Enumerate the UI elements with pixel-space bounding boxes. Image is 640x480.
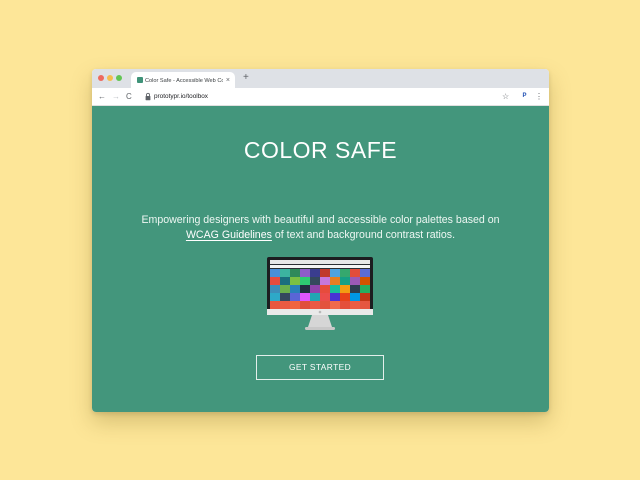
palette-swatch <box>310 301 320 309</box>
hero-subtitle: Empowering designers with beautiful and … <box>0 213 640 243</box>
palette-swatch <box>360 269 370 277</box>
browser-toolbar: ← → C prototypr.io/toolbox ☆ P ⋮ <box>92 88 549 106</box>
palette-swatch <box>320 269 330 277</box>
palette-swatch <box>290 269 300 277</box>
palette-swatch <box>320 285 330 293</box>
palette-swatch <box>290 301 300 309</box>
address-bar[interactable]: prototypr.io/toolbox <box>154 91 208 102</box>
palette-swatch <box>270 301 280 309</box>
palette-swatch <box>310 269 320 277</box>
palette-swatch <box>330 293 340 301</box>
palette-swatch <box>350 269 360 277</box>
palette-swatch <box>340 277 350 285</box>
palette-swatch <box>300 301 310 309</box>
tab-bar: Color Safe - Accessible Web Color Combin… <box>92 69 549 88</box>
tab-title: Color Safe - Accessible Web Color Combin… <box>145 78 223 84</box>
monitor-illustration <box>267 257 373 330</box>
prototypr-extension-icon[interactable]: P <box>520 92 529 101</box>
forward-button[interactable]: → <box>112 90 120 103</box>
palette-swatch <box>330 301 340 309</box>
palette-swatch <box>340 285 350 293</box>
palette-swatch <box>300 269 310 277</box>
palette-swatch <box>330 277 340 285</box>
palette-swatch <box>300 285 310 293</box>
palette-swatch <box>280 301 290 309</box>
palette-swatch <box>310 293 320 301</box>
minimize-window-button[interactable] <box>107 75 113 81</box>
palette-swatch <box>320 301 330 309</box>
palette-swatch <box>290 285 300 293</box>
palette-swatch <box>300 293 310 301</box>
palette-swatch <box>320 293 330 301</box>
tab-close-icon[interactable]: × <box>226 76 230 85</box>
palette-swatch <box>270 277 280 285</box>
palette-swatch <box>340 293 350 301</box>
palette-swatch <box>290 277 300 285</box>
palette-swatch <box>270 269 280 277</box>
back-button[interactable]: ← <box>98 90 106 103</box>
palette-swatch <box>280 285 290 293</box>
palette-swatch <box>290 293 300 301</box>
palette-swatch <box>310 277 320 285</box>
favicon-icon <box>137 77 143 83</box>
new-tab-button[interactable]: + <box>243 72 249 84</box>
palette-swatch <box>350 277 360 285</box>
palette-swatch <box>360 293 370 301</box>
bookmark-star-icon[interactable]: ☆ <box>502 90 509 103</box>
palette-swatch <box>350 293 360 301</box>
palette-swatch <box>360 301 370 309</box>
palette-swatch <box>340 269 350 277</box>
get-started-button[interactable]: GET STARTED <box>256 355 384 380</box>
browser-tab[interactable]: Color Safe - Accessible Web Color Combin… <box>131 72 235 88</box>
palette-swatch <box>280 269 290 277</box>
palette-swatch <box>280 293 290 301</box>
subtitle-line-2-text: of text and background contrast ratios. <box>271 229 456 241</box>
subtitle-line-2: WCAG Guidelines of text and background c… <box>0 228 640 243</box>
subtitle-line-1: Empowering designers with beautiful and … <box>141 214 500 226</box>
wcag-guidelines-link[interactable]: WCAG Guidelines <box>186 229 272 241</box>
page-title: COLOR SAFE <box>243 137 398 163</box>
maximize-window-button[interactable] <box>116 75 122 81</box>
palette-swatch <box>330 285 340 293</box>
palette-swatch <box>340 301 350 309</box>
palette-swatch <box>350 301 360 309</box>
reload-button[interactable]: C <box>126 90 132 103</box>
palette-swatch <box>330 269 340 277</box>
browser-menu-icon[interactable]: ⋮ <box>535 90 543 103</box>
palette-swatch <box>320 277 330 285</box>
palette-swatch <box>310 285 320 293</box>
close-window-button[interactable] <box>98 75 104 81</box>
palette-swatch <box>280 277 290 285</box>
lock-icon <box>145 92 151 101</box>
palette-swatch <box>350 285 360 293</box>
palette-swatch <box>360 277 370 285</box>
palette-swatch <box>300 277 310 285</box>
palette-swatch <box>360 285 370 293</box>
palette-swatch <box>270 285 280 293</box>
palette-swatch <box>270 293 280 301</box>
